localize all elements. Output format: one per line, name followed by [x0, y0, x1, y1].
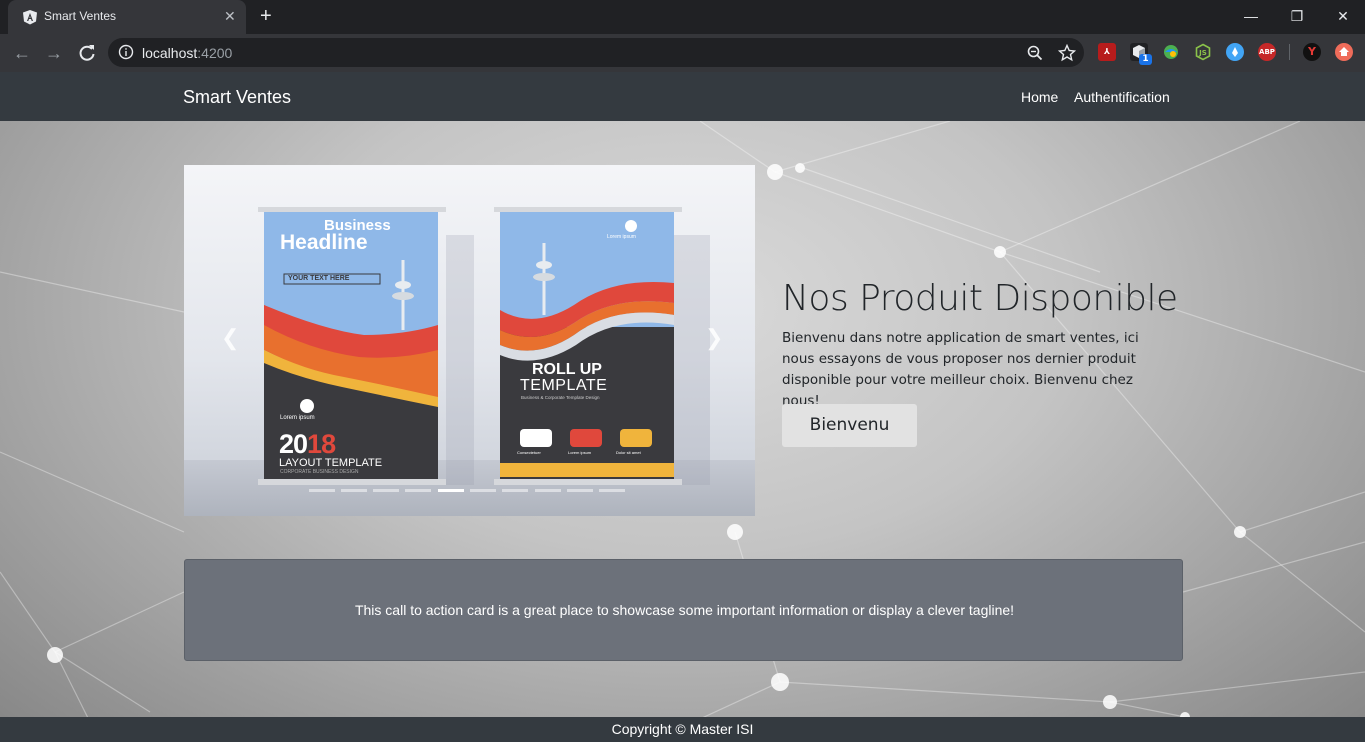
web-page: Smart Ventes Home Authentification Busin…: [0, 72, 1365, 742]
globe-shape: [1164, 45, 1178, 59]
carousel-prev-icon[interactable]: ❮: [221, 325, 239, 351]
right-rollup-banner: [494, 207, 682, 485]
navbar-brand[interactable]: Smart Ventes: [183, 87, 291, 108]
browser-tabbar: Smart Ventes ✕ + — ❐ ✕: [0, 0, 1365, 34]
banner-left-tag: YOUR TEXT HERE: [288, 275, 350, 282]
banner-left-layout: LAYOUT TEMPLATE: [279, 457, 383, 469]
restore-icon[interactable]: ❐: [1287, 6, 1307, 26]
yandex-icon[interactable]: Y: [1303, 43, 1321, 61]
bookmark-icon[interactable]: [1335, 43, 1353, 61]
new-tab-button[interactable]: +: [260, 5, 272, 27]
drop-icon[interactable]: [1226, 43, 1244, 61]
reload-icon[interactable]: [76, 42, 98, 64]
close-window-icon[interactable]: ✕: [1333, 6, 1353, 26]
site-footer: Copyright © Master ISI: [0, 717, 1365, 742]
address-bar[interactable]: localhost:4200: [108, 38, 1084, 67]
carousel-slide-image: [258, 207, 710, 485]
team-tile-icon: [570, 429, 602, 447]
carousel-indicator[interactable]: [341, 489, 367, 492]
close-tab-icon[interactable]: ✕: [224, 8, 236, 24]
carousel-indicator[interactable]: [599, 489, 625, 492]
carousel-indicator[interactable]: [567, 489, 593, 492]
carousel-next-icon[interactable]: ❯: [705, 325, 723, 351]
url-text: localhost:4200: [142, 45, 232, 61]
banner-left-lorem: Lorem ipsum: [280, 415, 315, 421]
globe-icon[interactable]: [1162, 43, 1180, 61]
banner-left-title-2: Headline: [280, 231, 368, 254]
home-shape: [1339, 47, 1349, 56]
site-navbar: Smart Ventes Home Authentification: [0, 72, 1365, 121]
star-icon[interactable]: [1058, 44, 1076, 62]
carousel-indicator[interactable]: [405, 489, 431, 492]
banner-right-icon-label-3: Dolor sit amet: [616, 450, 641, 455]
footer-copyright: Copyright © Master ISI: [611, 721, 754, 737]
banner-left-sub: CORPORATE BUSINESS DESIGN: [280, 469, 359, 475]
carousel-indicator[interactable]: [373, 489, 399, 492]
banner-right-icon-label-1: Consectetuer: [517, 450, 541, 455]
browser-tab[interactable]: Smart Ventes ✕: [8, 0, 246, 34]
carousel-indicator[interactable]: [535, 489, 561, 492]
minimize-icon[interactable]: —: [1241, 6, 1261, 26]
banner-shadow: [674, 235, 710, 485]
banner-left-year-suffix: 18: [307, 429, 336, 459]
cta-text: This call to action card is a great plac…: [354, 602, 1015, 618]
toolbar-divider: [1289, 44, 1290, 60]
angular-icon: [23, 10, 37, 25]
nodejs-icon[interactable]: JS: [1194, 43, 1212, 61]
tab-title: Smart Ventes: [44, 9, 117, 23]
banner-shadow: [446, 235, 474, 485]
info-icon[interactable]: [118, 44, 134, 60]
carousel-indicators: [309, 489, 629, 492]
carousel-indicator[interactable]: [470, 489, 496, 492]
send-tile-icon: [520, 429, 552, 447]
banner-right-lorem: Lorem ipsum: [607, 234, 636, 240]
banner-left-year: 2018: [279, 429, 336, 460]
carousel-indicator[interactable]: [309, 489, 335, 492]
hexagon-shape: JS: [1195, 43, 1211, 61]
svg-text:JS: JS: [1198, 49, 1207, 57]
bienvenu-button[interactable]: Bienvenu: [782, 404, 917, 447]
banner-left-year-prefix: 20: [279, 429, 308, 459]
hero-text: Bienvenu dans notre application de smart…: [782, 330, 1139, 409]
call-to-action-card: This call to action card is a great plac…: [184, 559, 1183, 661]
banner-right-sub: Business & Corporate Template Design: [521, 395, 600, 400]
banner-right-title-2: TEMPLATE: [520, 377, 608, 394]
url-port: :4200: [197, 45, 233, 61]
extension-badge: 1: [1139, 54, 1152, 65]
back-icon[interactable]: ←: [11, 42, 33, 64]
zoom-icon[interactable]: [1026, 44, 1044, 62]
nav-link-authentification[interactable]: Authentification: [1074, 89, 1170, 105]
abp-icon[interactable]: ABP: [1258, 43, 1276, 61]
banner-right-icon-label-2: Lorem ipsum: [568, 450, 592, 455]
product-carousel: Business Headline YOUR TEXT HERE Lorem i…: [184, 165, 755, 516]
drop-shape: [1232, 47, 1238, 57]
browser-toolbar: ← → localhost:4200 ⅄ 1 JS ABP Y: [0, 34, 1365, 72]
hero-title: Nos Produit Disponible: [782, 278, 1178, 319]
pdf-icon[interactable]: ⅄: [1098, 43, 1116, 61]
url-host: localhost: [142, 45, 198, 61]
forward-icon[interactable]: →: [43, 42, 65, 64]
search-tile-icon: [620, 429, 652, 447]
carousel-indicator-active[interactable]: [438, 489, 464, 492]
nav-link-home[interactable]: Home: [1021, 89, 1058, 105]
carousel-indicator[interactable]: [502, 489, 528, 492]
